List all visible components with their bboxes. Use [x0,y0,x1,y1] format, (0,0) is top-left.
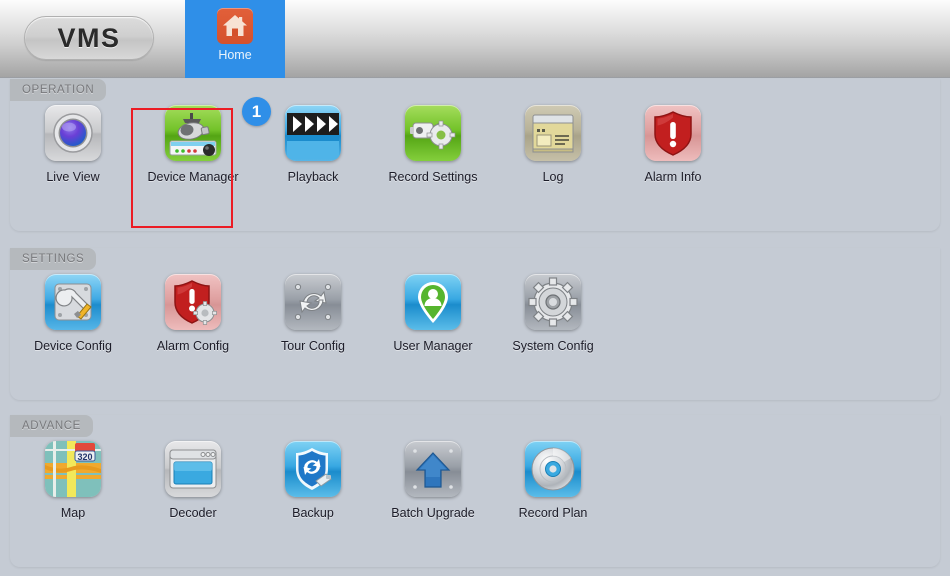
tile-map[interactable]: 320 Map [13,441,133,521]
section-advance: ADVANCE 320 [10,415,940,567]
tab-home-label: Home [218,48,251,62]
tile-batch-upgrade[interactable]: Batch Upgrade [373,441,493,521]
shield-alert-icon [645,105,701,161]
tab-home[interactable]: Home [185,0,285,78]
tile-label: Tour Config [257,338,369,354]
tile-device-config[interactable]: Device Config [13,274,133,354]
fast-forward-icon [285,105,341,161]
tile-label: System Config [497,338,609,354]
optical-disc-icon [525,441,581,497]
monitor-window-icon [165,441,221,497]
tile-label: Map [17,505,129,521]
section-settings-title: SETTINGS [10,248,96,270]
tile-alarm-info[interactable]: Alarm Info [613,105,733,185]
vms-home-window: VMS Home OPERATION [0,0,950,576]
section-settings-items: Device Config [10,274,940,394]
tile-label: Alarm Config [137,338,249,354]
tile-backup[interactable]: Backup [253,441,373,521]
tile-label: Live View [17,169,129,185]
section-operation-items: Live View [10,105,940,225]
tile-decoder[interactable]: Decoder [133,441,253,521]
up-arrow-icon [405,441,461,497]
app-logo: VMS [24,16,154,60]
section-operation-title: OPERATION [10,79,106,101]
home-icon [217,8,253,44]
annotation-step-badge: 1 [242,97,271,126]
section-advance-title: ADVANCE [10,415,93,437]
camera-gear-icon [405,105,461,161]
refresh-cycle-icon [285,274,341,330]
tile-label: Record Settings [377,169,489,185]
device-camera-icon [165,105,221,161]
road-map-icon: 320 [45,441,101,497]
section-settings: SETTINGS Device Config [10,248,940,400]
tile-label: Decoder [137,505,249,521]
document-window-icon [525,105,581,161]
tile-user-manager[interactable]: User Manager [373,274,493,354]
tile-record-settings[interactable]: Record Settings [373,105,493,185]
tile-live-view[interactable]: Live View [13,105,133,185]
tile-label: Record Plan [497,505,609,521]
tile-label: Log [497,169,609,185]
tile-record-plan[interactable]: Record Plan [493,441,613,521]
section-advance-items: 320 Map Decoder [10,441,940,561]
tile-label: Alarm Info [617,169,729,185]
tile-tour-config[interactable]: Tour Config [253,274,373,354]
tile-alarm-config[interactable]: Alarm Config [133,274,253,354]
wrench-screwdriver-icon [45,274,101,330]
shield-gear-icon [165,274,221,330]
tile-label: Playback [257,169,369,185]
tile-label: User Manager [377,338,489,354]
tile-label: Device Manager [137,169,249,185]
svg-text:320: 320 [77,452,92,462]
tile-label: Backup [257,505,369,521]
tile-system-config[interactable]: System Config [493,274,613,354]
shield-refresh-icon [285,441,341,497]
tile-label: Device Config [17,338,129,354]
app-logo-text: VMS [57,23,120,54]
tile-label: Batch Upgrade [377,505,489,521]
gear-icon [525,274,581,330]
app-header: VMS Home [0,0,950,78]
dome-camera-icon [45,105,101,161]
tile-log[interactable]: Log [493,105,613,185]
tile-device-manager[interactable]: Device Manager [133,105,253,185]
user-pin-icon [405,274,461,330]
section-operation: OPERATION Live View [10,79,940,231]
tile-playback[interactable]: Playback [253,105,373,185]
